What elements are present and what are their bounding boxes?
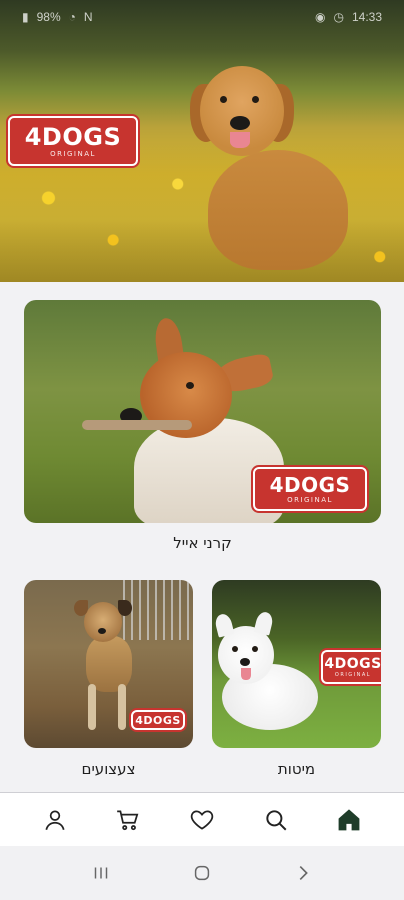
nav-search-button[interactable] (256, 800, 296, 840)
hero-banner: ▮ 98% ◔ N ◉ ◷ 14:33 4DOGS ORIGINAL (0, 0, 404, 282)
bottom-navigation (0, 792, 404, 846)
category-card-beds[interactable]: 4DOGS ORIGINAL (212, 580, 381, 748)
hero-dog-image (190, 62, 360, 272)
status-time: 14:33 (351, 10, 382, 24)
brand-logo-name: 4DOGS (24, 122, 122, 151)
nfc-icon: N (83, 10, 93, 24)
beds-dog-image (212, 604, 322, 734)
nav-home-button[interactable] (329, 800, 369, 840)
antlers-brand-tagline: ORIGINAL (287, 495, 333, 504)
category-label-beds[interactable]: מיטות (212, 760, 381, 778)
category-label-antlers[interactable]: קרני אייל (24, 534, 381, 552)
brand-logo[interactable]: 4DOGS ORIGINAL (8, 116, 138, 166)
category-card-toys[interactable]: 4DOGS (24, 580, 193, 748)
toys-brand-logo: 4DOGS (131, 710, 185, 730)
system-navigation-bar (0, 846, 404, 900)
wifi-icon: ◔ (68, 10, 76, 24)
cart-icon (117, 809, 139, 830)
nav-cart-button[interactable] (108, 800, 148, 840)
home-system-button[interactable] (182, 853, 222, 893)
category-label-toys[interactable]: צעצועים (24, 760, 193, 778)
brand-logo-tagline: ORIGINAL (50, 149, 96, 158)
antlers-brand-logo: 4DOGS ORIGINAL (253, 467, 367, 511)
recent-apps-icon (94, 867, 107, 879)
recent-apps-button[interactable] (81, 853, 121, 893)
heart-icon (190, 809, 214, 830)
toys-brand-name: 4DOGS (135, 713, 181, 727)
notification-icon: ◉ (315, 10, 326, 24)
beds-brand-logo: 4DOGS ORIGINAL (321, 650, 381, 684)
beds-brand-tagline: ORIGINAL (334, 671, 372, 678)
category-grid: 4DOGS ORIGINAL קרני אייל 4DOGS צעצועים 4… (0, 282, 404, 792)
category-card-antlers[interactable]: 4DOGS ORIGINAL (24, 300, 381, 523)
back-button[interactable] (283, 853, 323, 893)
chevron-right-icon (299, 865, 309, 881)
clock-icon: ◷ (333, 10, 344, 24)
beds-brand-name: 4DOGS (324, 655, 381, 672)
nav-favorites-button[interactable] (182, 800, 222, 840)
profile-icon (45, 809, 65, 830)
search-icon (265, 809, 287, 830)
battery-icon: ▮ (22, 10, 29, 24)
home-circle-icon (194, 865, 210, 881)
battery-level: 98% (36, 10, 61, 24)
nav-profile-button[interactable] (35, 800, 75, 840)
antlers-brand-name: 4DOGS (269, 472, 351, 497)
status-bar: ▮ 98% ◔ N ◉ ◷ 14:33 (0, 0, 404, 34)
home-icon (338, 808, 360, 830)
